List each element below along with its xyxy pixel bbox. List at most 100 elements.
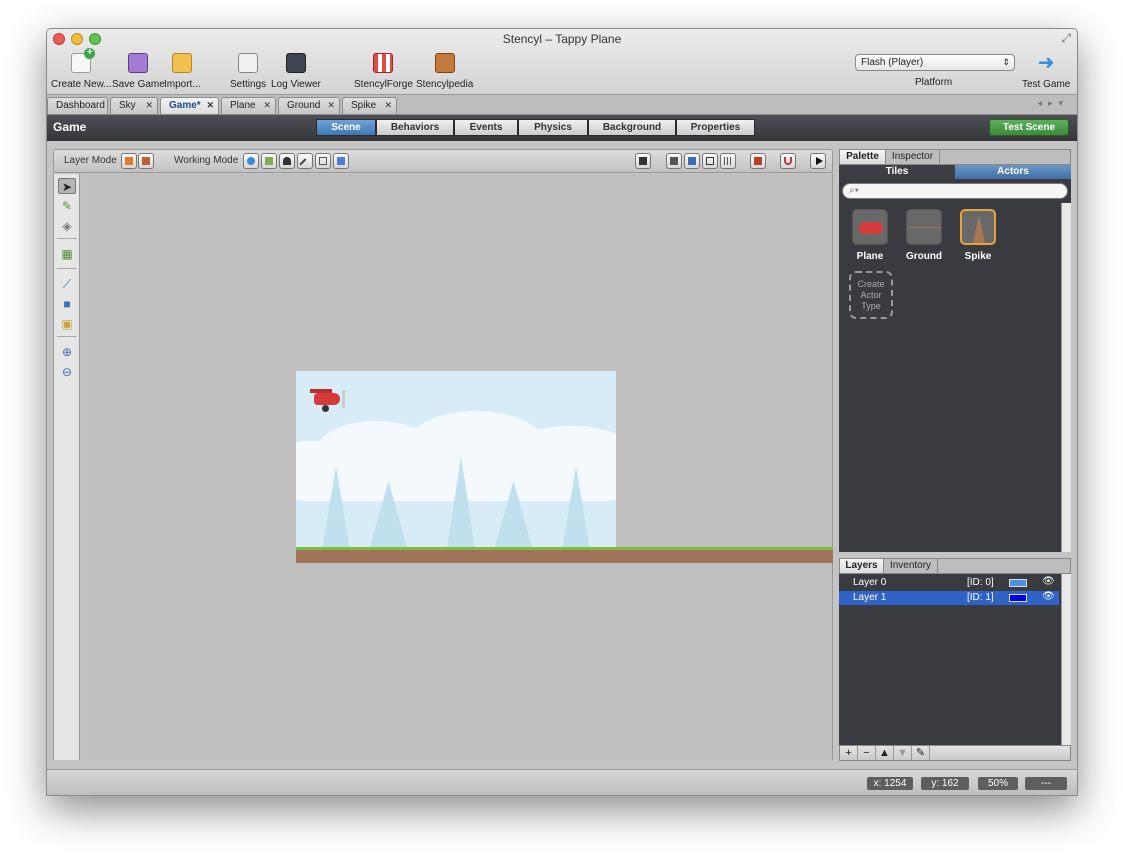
tile-mode-icon[interactable] bbox=[261, 153, 277, 169]
layer-mode-all-button[interactable] bbox=[138, 153, 154, 169]
zoom-out-icon[interactable]: ⊖ bbox=[58, 364, 76, 380]
pointer-tool-icon[interactable]: ➤ bbox=[58, 178, 76, 194]
globe-icon[interactable] bbox=[243, 153, 259, 169]
edit-layer-button[interactable]: ✎ bbox=[912, 746, 930, 760]
tab-behaviors[interactable]: Behaviors bbox=[376, 119, 454, 136]
box-tool-icon[interactable]: ■ bbox=[58, 296, 76, 312]
log-viewer-button[interactable]: Log Viewer bbox=[271, 53, 321, 90]
tab-inspector[interactable]: Inspector bbox=[886, 150, 940, 164]
tab-label: Ground bbox=[287, 100, 321, 111]
fullscreen-icon[interactable]: ⤢ bbox=[1061, 31, 1071, 46]
eye-icon[interactable]: 👁 bbox=[1042, 590, 1055, 604]
play-icon[interactable] bbox=[810, 153, 826, 169]
magnet-icon[interactable] bbox=[780, 153, 796, 169]
send-back-icon[interactable] bbox=[684, 153, 700, 169]
save-game-button[interactable]: Save Game bbox=[112, 53, 165, 90]
pencil-tool-icon[interactable]: ✎ bbox=[58, 198, 76, 214]
stencylpedia-button[interactable]: Stencylpedia bbox=[416, 53, 473, 90]
bucket-tool-icon[interactable]: ◈ bbox=[58, 218, 76, 234]
layers-tabs: Layers Inventory bbox=[839, 558, 1071, 574]
actor-mode-icon[interactable] bbox=[279, 153, 295, 169]
layer-mode-single-button[interactable] bbox=[121, 153, 137, 169]
layers-scrollbar[interactable] bbox=[1061, 574, 1071, 745]
tab-spike[interactable]: Spike ✕ bbox=[342, 97, 397, 114]
actor-palette: ⌕▾ Plane Ground Spike Create Actor Type bbox=[839, 179, 1071, 552]
test-scene-button[interactable]: Test Scene bbox=[989, 119, 1069, 136]
move-layer-up-button[interactable]: ▲ bbox=[876, 746, 894, 760]
tab-scene[interactable]: Scene bbox=[316, 119, 376, 136]
tab-label: Dashboard bbox=[56, 100, 105, 111]
palette-search-input[interactable]: ⌕▾ bbox=[842, 183, 1068, 199]
stencylpedia-label: Stencylpedia bbox=[416, 79, 474, 90]
zoom-in-icon[interactable]: ⊕ bbox=[58, 344, 76, 360]
create-actor-type-button[interactable]: Create Actor Type bbox=[849, 271, 893, 319]
platform-select[interactable]: Flash (Player) ⇕ bbox=[855, 54, 1015, 71]
scene-canvas[interactable] bbox=[81, 174, 833, 760]
stencylpedia-icon bbox=[434, 53, 455, 73]
import-button[interactable]: Import... bbox=[164, 53, 201, 90]
line-tool-icon[interactable]: ⟋ bbox=[58, 276, 76, 292]
save-game-label: Save Game bbox=[112, 79, 165, 90]
plane-actor-instance[interactable] bbox=[310, 385, 348, 415]
tab-layers[interactable]: Layers bbox=[840, 559, 884, 573]
tab-events[interactable]: Events bbox=[454, 119, 518, 136]
tab-nav-arrows-icon[interactable]: ◂▸▾ bbox=[1037, 98, 1069, 109]
remove-layer-button[interactable]: − bbox=[858, 746, 876, 760]
layer-color-swatch[interactable] bbox=[1009, 579, 1027, 587]
close-tab-icon[interactable]: ✕ bbox=[263, 98, 271, 113]
app-window: Stencyl – Tappy Plane ⤢ Create New... Sa… bbox=[46, 28, 1078, 796]
test-game-button[interactable]: ➜ Test Game bbox=[1022, 53, 1070, 90]
snap-grid-icon[interactable] bbox=[750, 153, 766, 169]
tab-ground[interactable]: Ground ✕ bbox=[278, 97, 340, 114]
tab-palette[interactable]: Palette bbox=[840, 150, 886, 164]
grid-icon[interactable] bbox=[720, 153, 736, 169]
close-tab-icon[interactable]: ✕ bbox=[145, 98, 153, 113]
tab-actors[interactable]: Actors bbox=[955, 165, 1071, 179]
palette-sub-tabs: Tiles Actors bbox=[839, 165, 1071, 179]
polygon-tool-icon[interactable]: ▣ bbox=[58, 316, 76, 332]
tab-game[interactable]: Game* ✕ bbox=[160, 97, 219, 114]
settings-label: Settings bbox=[230, 79, 267, 90]
ground-actor-instance[interactable] bbox=[296, 547, 616, 563]
settings-button[interactable]: Settings bbox=[230, 53, 266, 90]
platform-label: Platform bbox=[915, 77, 953, 88]
tab-tiles[interactable]: Tiles bbox=[839, 165, 955, 179]
document-tabs: Dashboard Sky ✕ Game* ✕ Plane ✕ Ground ✕… bbox=[47, 95, 1077, 115]
layer-row[interactable]: Layer 0 [ID: 0] 👁 bbox=[839, 576, 1059, 590]
layer-name: Layer 0 bbox=[853, 577, 887, 588]
tab-background[interactable]: Background bbox=[588, 119, 676, 136]
scene-title: Game bbox=[53, 120, 87, 134]
tab-inventory[interactable]: Inventory bbox=[884, 559, 938, 573]
tab-properties[interactable]: Properties bbox=[676, 119, 755, 136]
close-tab-icon[interactable]: ✕ bbox=[384, 98, 392, 113]
move-layer-down-button[interactable]: ▼ bbox=[894, 746, 912, 760]
settings-icon bbox=[238, 53, 259, 73]
bring-front-icon[interactable] bbox=[666, 153, 682, 169]
path-mode-icon[interactable] bbox=[297, 153, 313, 170]
tab-plane[interactable]: Plane ✕ bbox=[221, 97, 276, 114]
add-layer-button[interactable]: + bbox=[840, 746, 858, 760]
actor-plane[interactable]: Plane bbox=[849, 209, 891, 262]
ground-actor-instance-2[interactable] bbox=[616, 547, 833, 563]
frame-icon[interactable] bbox=[702, 153, 718, 169]
status-x: x: 1254 bbox=[867, 777, 913, 790]
palette-scrollbar[interactable] bbox=[1061, 203, 1071, 552]
layer-color-swatch[interactable] bbox=[1009, 594, 1027, 602]
screenshot-icon[interactable] bbox=[635, 153, 651, 169]
tile-stamp-tool-icon[interactable]: ▦ bbox=[58, 246, 76, 262]
layer-row[interactable]: Layer 1 [ID: 1] 👁 bbox=[839, 591, 1059, 605]
platform-value: Flash (Player) bbox=[861, 57, 924, 68]
actor-spike[interactable]: Spike bbox=[957, 209, 999, 262]
create-new-button[interactable]: Create New... bbox=[51, 48, 112, 90]
close-tab-icon[interactable]: ✕ bbox=[327, 98, 335, 113]
actor-ground[interactable]: Ground bbox=[903, 209, 945, 262]
tab-dashboard[interactable]: Dashboard bbox=[47, 97, 108, 114]
arrow-right-icon: ➜ bbox=[1037, 52, 1055, 74]
eye-icon[interactable]: 👁 bbox=[1042, 575, 1055, 589]
close-tab-icon[interactable]: ✕ bbox=[206, 98, 214, 113]
tab-sky[interactable]: Sky ✕ bbox=[110, 97, 158, 114]
stencylforge-button[interactable]: StencylForge bbox=[354, 53, 413, 90]
tab-physics[interactable]: Physics bbox=[518, 119, 588, 136]
region-mode-icon[interactable] bbox=[315, 153, 331, 169]
terrain-mode-icon[interactable] bbox=[333, 153, 349, 169]
